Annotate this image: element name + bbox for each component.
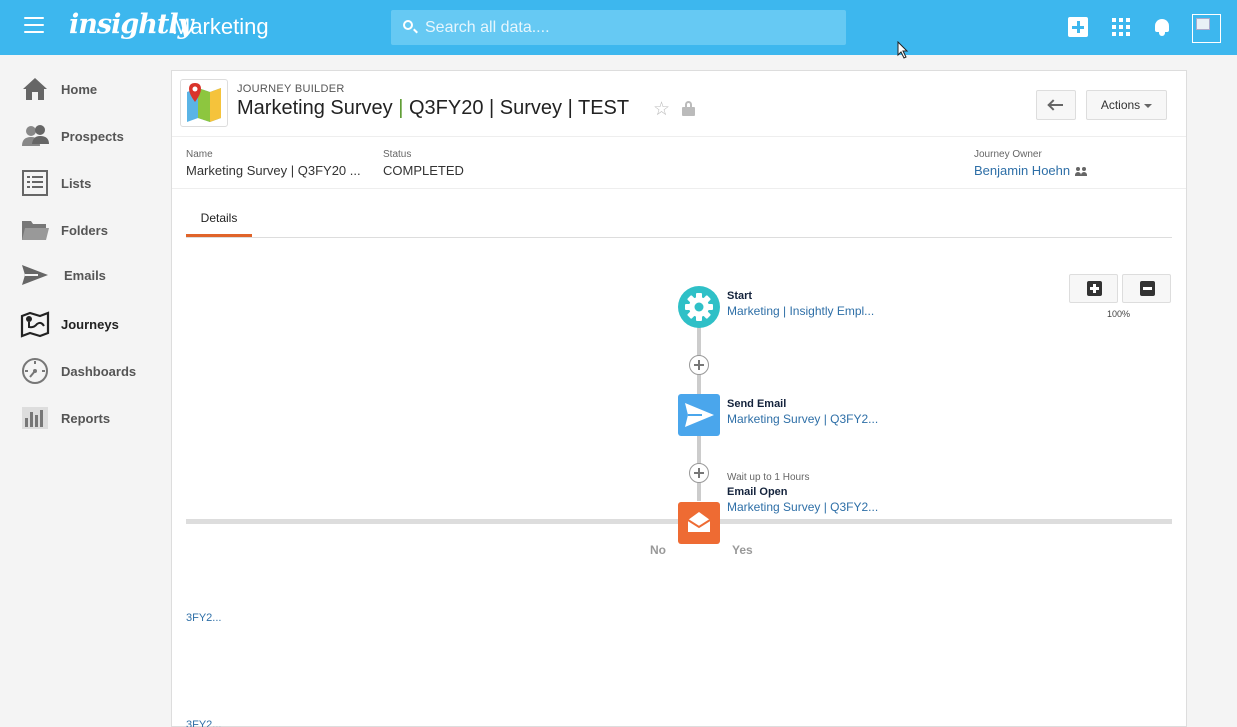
reports-icon (22, 407, 48, 429)
sidebar-item-label: Journeys (61, 317, 119, 332)
email-open-node-icon[interactable] (678, 502, 720, 544)
sidebar-item-prospects[interactable]: Prospects (0, 116, 168, 156)
sidebar-item-dashboards[interactable]: Dashboards (0, 351, 168, 391)
journey-map-icon (20, 311, 50, 338)
user-avatar[interactable] (1192, 14, 1221, 43)
add-step-plus-icon[interactable] (689, 355, 709, 375)
apps-grid-icon[interactable] (1111, 17, 1131, 37)
wait-condition-text: Wait up to 1 Hours (727, 472, 810, 483)
mouse-cursor-icon (897, 41, 909, 59)
zoom-out-button[interactable] (1122, 274, 1171, 303)
start-node-subtitle[interactable]: Marketing | Insightly Empl... (727, 304, 874, 318)
owner-link[interactable]: Benjamin Hoehn (974, 163, 1070, 178)
lock-icon (682, 101, 695, 116)
sidebar-item-label: Reports (61, 411, 111, 426)
sidebar-item-label: Emails (64, 268, 106, 283)
journey-owner-label: Journey Owner (974, 149, 1042, 160)
add-new-icon[interactable] (1068, 17, 1088, 37)
tab-details[interactable]: Details (186, 199, 252, 237)
status-value: COMPLETED (383, 163, 464, 178)
notifications-bell-icon[interactable] (1152, 17, 1172, 37)
send-email-node-title[interactable]: Send Email (727, 398, 786, 410)
lists-icon (22, 170, 48, 196)
page-title: Marketing Survey | Q3FY20 | Survey | TES… (237, 97, 630, 119)
actions-button[interactable]: Actions (1086, 90, 1167, 120)
sidebar-item-home[interactable]: Home (0, 69, 168, 109)
journey-panel: JOURNEY BUILDER Marketing Survey | Q3FY2… (171, 70, 1187, 727)
sidebar-item-label: Prospects (61, 129, 124, 144)
sidebar-item-label: Dashboards (61, 364, 137, 379)
add-step-plus-icon[interactable] (689, 463, 709, 483)
journey-canvas[interactable]: Start Marketing | Insightly Empl... Send… (172, 239, 1186, 727)
sidebar-item-lists[interactable]: Lists (0, 163, 168, 203)
zoom-level: 100% (1107, 309, 1131, 319)
clipped-node-link[interactable]: 3FY2... (186, 612, 221, 624)
record-header: JOURNEY BUILDER Marketing Survey | Q3FY2… (172, 71, 1186, 137)
sidebar-item-label: Home (61, 82, 98, 97)
clipped-node-link[interactable]: 3FY2... (186, 719, 221, 727)
search-input[interactable] (425, 10, 825, 45)
app-title: Marketing (172, 14, 269, 39)
minus-icon (1140, 281, 1155, 296)
dashboard-icon (22, 358, 48, 384)
name-label: Name (186, 149, 213, 160)
start-node-gear-icon[interactable] (678, 286, 720, 328)
plus-icon (1087, 281, 1102, 296)
home-icon (23, 78, 47, 100)
tab-divider (186, 237, 1172, 238)
sidebar-item-label: Lists (61, 176, 92, 191)
journey-owner-value: Benjamin Hoehn (974, 163, 1088, 178)
name-value: Marketing Survey | Q3FY20 ... (186, 163, 361, 178)
send-email-node-subtitle[interactable]: Marketing Survey | Q3FY2... (727, 412, 878, 426)
record-fields: Name Marketing Survey | Q3FY20 ... Statu… (172, 137, 1186, 189)
branch-no-label: No (650, 543, 666, 557)
folder-icon (22, 221, 49, 240)
status-label: Status (383, 149, 412, 160)
search-icon (403, 20, 413, 30)
sidebar-item-emails[interactable]: Emails (0, 255, 168, 295)
sidebar-item-reports[interactable]: Reports (0, 398, 168, 438)
zoom-in-button[interactable] (1069, 274, 1118, 303)
back-button[interactable] (1036, 90, 1076, 120)
journey-builder-map-icon (180, 79, 228, 127)
chevron-down-icon (1144, 103, 1153, 108)
menu-icon[interactable] (24, 17, 44, 33)
branch-yes-label: Yes (732, 543, 753, 557)
sidebar-item-label: Folders (61, 223, 108, 238)
sidebar: Home Prospects Lists Folders Emails Jour… (0, 55, 168, 727)
email-open-node-title[interactable]: Email Open (727, 486, 788, 498)
search-bar[interactable] (391, 10, 846, 45)
people-icon (1075, 166, 1088, 177)
prospects-icon (22, 125, 49, 146)
start-node-title[interactable]: Start (727, 290, 752, 302)
email-open-node-subtitle[interactable]: Marketing Survey | Q3FY2... (727, 500, 878, 514)
send-email-node-icon[interactable] (678, 394, 720, 436)
record-type-label: JOURNEY BUILDER (237, 83, 345, 95)
sidebar-item-journeys[interactable]: Journeys (0, 304, 168, 344)
star-icon[interactable]: ☆ (653, 98, 670, 121)
sidebar-item-folders[interactable]: Folders (0, 210, 168, 250)
send-icon (22, 265, 48, 285)
top-bar: insightly Marketing (0, 0, 1237, 55)
